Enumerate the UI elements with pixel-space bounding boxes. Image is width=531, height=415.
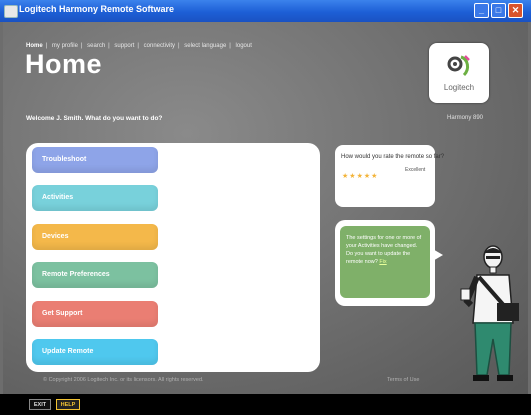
copyright-text: © Copyright 2006 Logitech Inc. or its li… (43, 377, 204, 383)
star-icon[interactable]: ★ (357, 173, 363, 180)
activities-button[interactable]: Activities (32, 185, 158, 211)
title-bar[interactable]: Logitech Harmony Remote Software _ □ ✕ (0, 0, 531, 22)
get-support-button[interactable]: Get Support (32, 301, 158, 327)
notification-message: The settings for one or more of your Act… (340, 226, 430, 298)
notification-bubble: The settings for one or more of your Act… (335, 220, 435, 306)
terms-link[interactable]: Terms of Use (387, 377, 419, 383)
devices-button[interactable]: Devices (32, 224, 158, 250)
nav-connectivity[interactable]: connectivity (144, 43, 175, 49)
maximize-button[interactable]: □ (491, 3, 506, 18)
nav-logout[interactable]: logout (236, 43, 252, 49)
exit-button[interactable]: EXIT (29, 399, 51, 410)
nav-select-language[interactable]: select language (184, 43, 226, 49)
main-content: Home | my profile | search | support | conne… (3, 22, 528, 394)
minimize-button[interactable]: _ (474, 3, 489, 18)
rating-stars[interactable]: ★★★★★ (342, 165, 378, 183)
nav-separator: | (229, 43, 231, 49)
nav-separator: | (137, 43, 139, 49)
activity-menu: Troubleshoot Activities Devices Remote P… (26, 143, 320, 372)
window-title: Logitech Harmony Remote Software (19, 4, 175, 14)
app-window: Logitech Harmony Remote Software _ □ ✕ H… (0, 0, 531, 415)
page-title: Home (25, 49, 103, 79)
close-button[interactable]: ✕ (508, 3, 523, 18)
rating-value: Excellent (405, 167, 426, 173)
nav-support[interactable]: support (114, 43, 134, 49)
bottom-bar: EXIT HELP (0, 394, 531, 415)
app-icon (4, 5, 18, 18)
help-button[interactable]: HELP (56, 399, 80, 410)
bubble-tail (431, 248, 443, 262)
star-icon[interactable]: ★ (342, 173, 348, 180)
rating-question: How would you rate the remote so far? (341, 154, 445, 160)
welcome-text: Welcome J. Smith. What do you want to do… (26, 115, 163, 122)
update-remote-button[interactable]: Update Remote (32, 339, 158, 365)
star-icon[interactable]: ★ (349, 173, 355, 180)
assistant-figure (460, 245, 519, 381)
remote-preferences-button[interactable]: Remote Preferences (32, 262, 158, 288)
star-icon[interactable]: ★ (364, 173, 370, 180)
troubleshoot-button[interactable]: Troubleshoot (32, 147, 158, 173)
logo-text: Logitech (443, 83, 475, 92)
nav-separator: | (178, 43, 180, 49)
logitech-logo: Logitech (429, 43, 489, 103)
star-icon[interactable]: ★ (371, 173, 377, 180)
fix-link[interactable]: Fix (379, 259, 386, 265)
remote-model: Harmony 890 (447, 115, 484, 121)
nav-separator: | (108, 43, 110, 49)
logitech-eye-icon (447, 55, 470, 77)
rating-panel: How would you rate the remote so far? ★★… (335, 145, 444, 207)
